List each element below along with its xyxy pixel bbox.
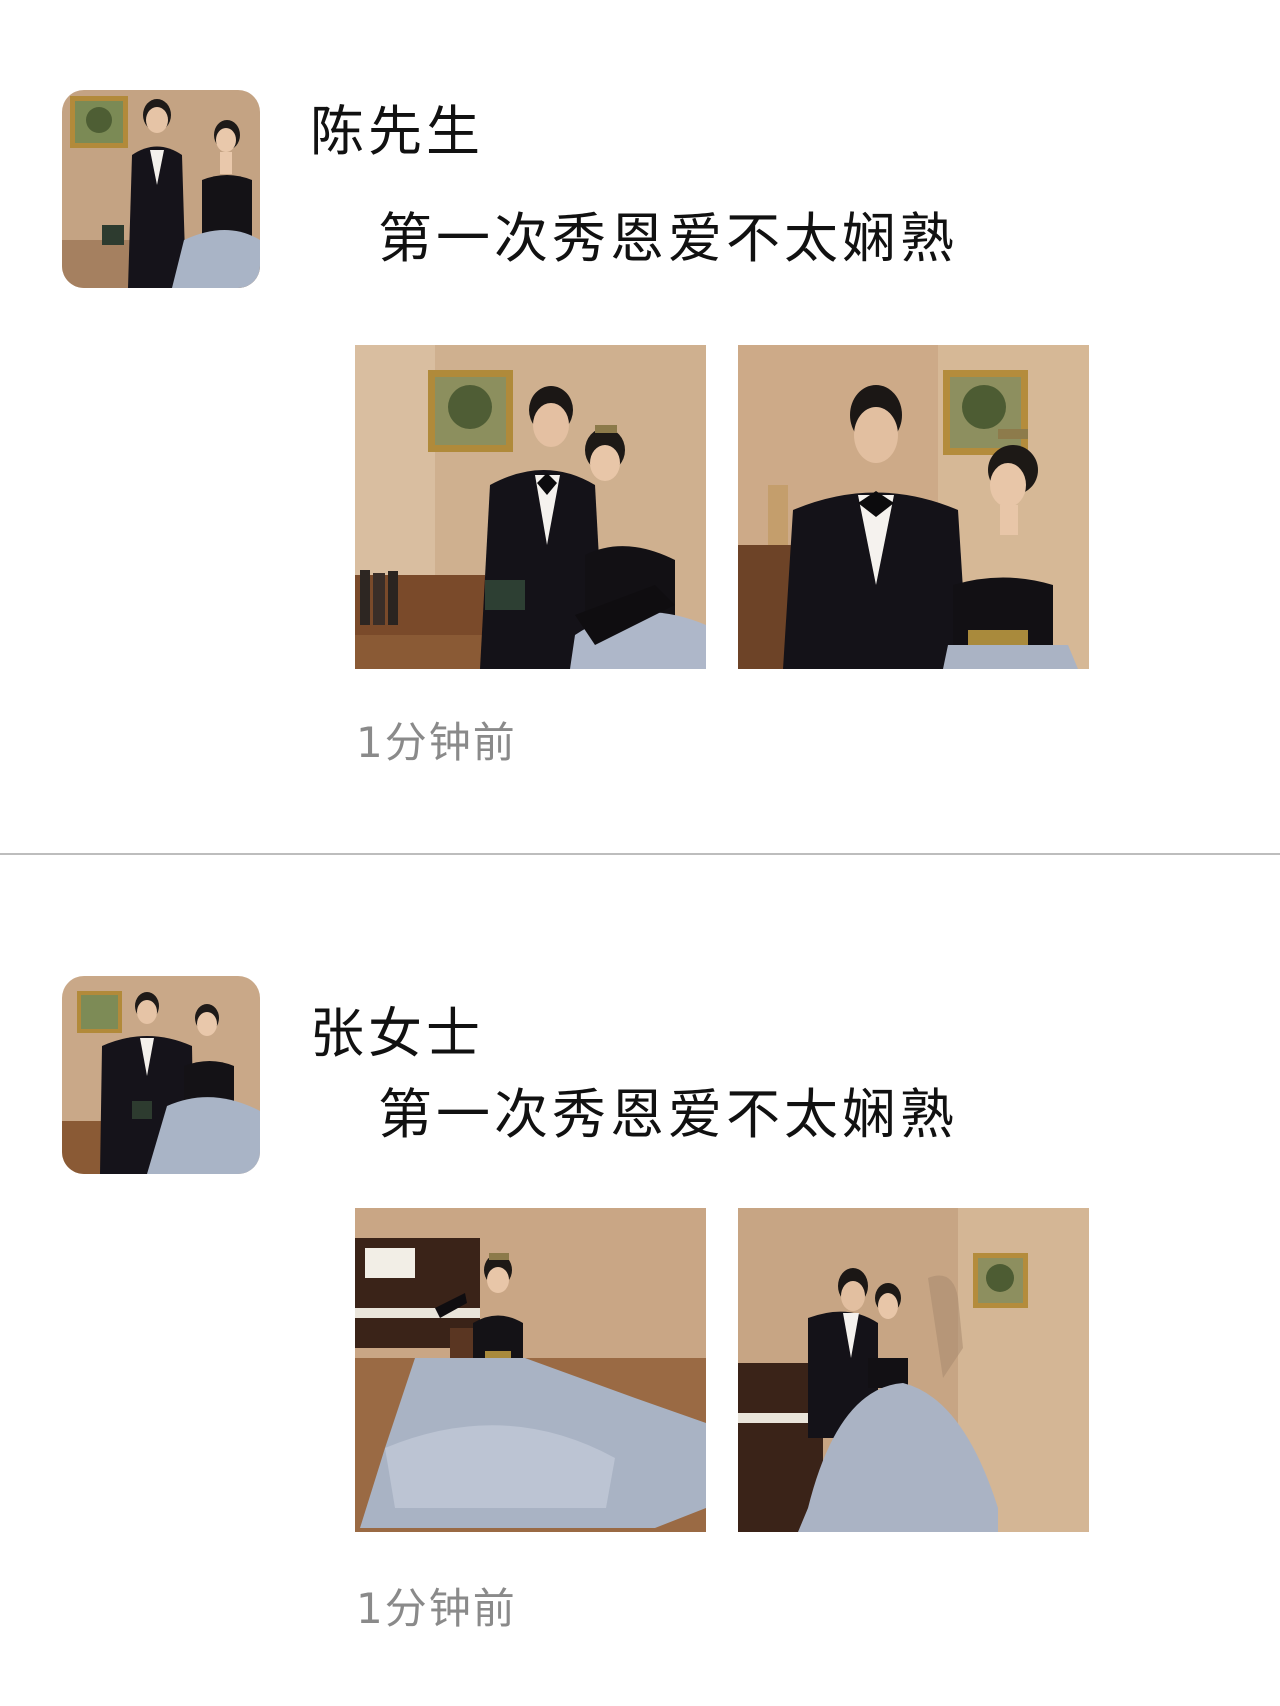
post-timestamp: 1分钟前 [356, 1584, 517, 1633]
post-caption: 第一次秀恩爱不太娴熟 [378, 207, 958, 270]
avatar[interactable] [62, 90, 260, 288]
post-photo[interactable] [355, 1208, 706, 1532]
post-photo[interactable] [355, 345, 706, 669]
post-timestamp: 1分钟前 [356, 718, 517, 767]
post-photo[interactable] [738, 345, 1089, 669]
avatar[interactable] [62, 976, 260, 1174]
moment-post: 陈先生 第一次秀恩爱不太娴熟 1分钟前 [0, 0, 1280, 853]
username[interactable]: 陈先生 [310, 105, 484, 159]
moment-post: 张女士 第一次秀恩爱不太娴熟 1分钟前 [0, 855, 1280, 1706]
post-photo[interactable] [738, 1208, 1089, 1532]
post-caption: 第一次秀恩爱不太娴熟 [378, 1083, 958, 1146]
username[interactable]: 张女士 [310, 1007, 484, 1061]
